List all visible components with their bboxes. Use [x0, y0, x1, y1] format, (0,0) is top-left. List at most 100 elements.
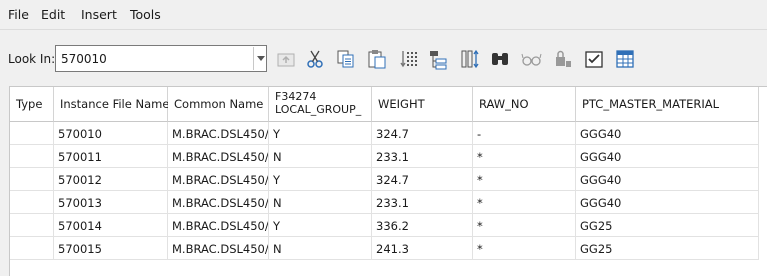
cell-common[interactable]: M.BRAC.DSL450/-: [168, 145, 269, 168]
cell-common[interactable]: M.BRAC.DSL450/-: [168, 237, 269, 260]
cell-type[interactable]: [10, 122, 54, 145]
cell-instance[interactable]: 570014: [54, 214, 168, 237]
lock-icon[interactable]: [552, 48, 574, 70]
cell-type[interactable]: [10, 168, 54, 191]
folder-up-icon[interactable]: [275, 48, 297, 70]
cell-text: M.BRAC.DSL450/-: [172, 127, 269, 141]
paste-icon[interactable]: [366, 48, 388, 70]
table-row[interactable]: 570015 M.BRAC.DSL450/- N 241.3 * GG25: [10, 237, 767, 260]
tree-icon[interactable]: [427, 48, 449, 70]
toolbar: Look In: 570010: [0, 30, 767, 86]
cell-common[interactable]: M.BRAC.DSL450/-: [168, 122, 269, 145]
cell-instance[interactable]: 570013: [54, 191, 168, 214]
cell-text: *: [477, 150, 483, 164]
dropdown-arrow-icon[interactable]: [257, 56, 265, 61]
cell-local[interactable]: Y: [269, 122, 372, 145]
checklist-icon[interactable]: [583, 48, 605, 70]
cell-weight[interactable]: 336.2: [372, 214, 473, 237]
instance-table: Type Instance File Name Common Name F342…: [9, 86, 767, 276]
cell-weight[interactable]: 233.1: [372, 191, 473, 214]
cell-material[interactable]: GGG40: [576, 191, 759, 214]
cut-icon[interactable]: [304, 48, 326, 70]
find-icon[interactable]: [489, 48, 511, 70]
table-row[interactable]: 570013 M.BRAC.DSL450/- N 233.1 * GGG40: [10, 191, 767, 214]
cell-text: 570015: [58, 242, 102, 256]
cell-instance[interactable]: 570015: [54, 237, 168, 260]
cell-instance[interactable]: 570010: [54, 122, 168, 145]
cell-weight[interactable]: 324.7: [372, 168, 473, 191]
cell-raw[interactable]: *: [473, 145, 576, 168]
cell-local[interactable]: N: [269, 237, 372, 260]
cell-type[interactable]: [10, 145, 54, 168]
cell-type[interactable]: [10, 191, 54, 214]
cell-text: *: [477, 173, 483, 187]
cell-text: M.BRAC.DSL450/-: [172, 242, 269, 256]
column-header-instance-file-name[interactable]: Instance File Name: [54, 87, 170, 122]
cell-common[interactable]: M.BRAC.DSL450/-: [168, 168, 269, 191]
cell-text: 233.1: [376, 150, 409, 164]
cell-text: GGG40: [580, 173, 622, 187]
cell-text: N: [273, 242, 282, 256]
cell-raw[interactable]: *: [473, 214, 576, 237]
cell-text: 570010: [58, 127, 102, 141]
cell-text: 570011: [58, 150, 102, 164]
header-label: RAW_NO: [479, 97, 529, 111]
column-header-weight[interactable]: WEIGHT: [372, 87, 473, 122]
cell-raw[interactable]: *: [473, 191, 576, 214]
cell-type[interactable]: [10, 237, 54, 260]
cell-raw[interactable]: *: [473, 237, 576, 260]
cell-weight[interactable]: 233.1: [372, 145, 473, 168]
table-icon[interactable]: [614, 48, 636, 70]
cell-common[interactable]: M.BRAC.DSL450/-: [168, 191, 269, 214]
header-label-stack: F34274 LOCAL_GROUP_: [275, 90, 361, 116]
cell-instance[interactable]: 570011: [54, 145, 168, 168]
cell-text: *: [477, 219, 483, 233]
cell-weight[interactable]: 241.3: [372, 237, 473, 260]
menu-file[interactable]: File: [8, 7, 29, 22]
cell-local[interactable]: N: [269, 191, 372, 214]
cell-material[interactable]: GGG40: [576, 122, 759, 145]
cell-local[interactable]: N: [269, 145, 372, 168]
cell-text: Y: [273, 173, 281, 187]
cell-text: Y: [273, 127, 281, 141]
menu-insert[interactable]: Insert: [81, 7, 117, 22]
menu-edit[interactable]: Edit: [41, 7, 65, 22]
column-header-type[interactable]: Type: [10, 87, 54, 122]
column-header-raw-no[interactable]: RAW_NO: [473, 87, 576, 122]
table-row[interactable]: 570010 M.BRAC.DSL450/- Y 324.7 - GGG40: [10, 122, 767, 145]
cell-local[interactable]: Y: [269, 168, 372, 191]
look-in-combobox[interactable]: 570010: [55, 45, 267, 72]
cell-instance[interactable]: 570012: [54, 168, 168, 191]
copy-icon[interactable]: [335, 48, 357, 70]
cell-weight[interactable]: 324.7: [372, 122, 473, 145]
column-header-ptc-master-material[interactable]: PTC_MASTER_MATERIAL: [576, 87, 759, 122]
cell-raw[interactable]: -: [473, 122, 576, 145]
cell-text: 570013: [58, 196, 102, 210]
look-in-label: Look In:: [8, 52, 56, 66]
cell-text: N: [273, 196, 282, 210]
cell-material[interactable]: GG25: [576, 237, 759, 260]
cell-text: 336.2: [376, 219, 409, 233]
cell-raw[interactable]: *: [473, 168, 576, 191]
cell-text: Y: [273, 219, 281, 233]
cell-material[interactable]: GGG40: [576, 145, 759, 168]
cell-material[interactable]: GGG40: [576, 168, 759, 191]
header-label-line2: LOCAL_GROUP_: [275, 103, 362, 116]
cell-text: 241.3: [376, 242, 409, 256]
column-setup-icon[interactable]: [459, 48, 481, 70]
cell-material[interactable]: GG25: [576, 214, 759, 237]
header-label: Instance File Name: [60, 97, 170, 111]
column-header-common-name[interactable]: Common Name: [168, 87, 269, 122]
cell-text: GGG40: [580, 196, 622, 210]
cell-type[interactable]: [10, 214, 54, 237]
table-row[interactable]: 570012 M.BRAC.DSL450/- Y 324.7 * GGG40: [10, 168, 767, 191]
header-label: Common Name: [174, 97, 264, 111]
column-header-local-group[interactable]: F34274 LOCAL_GROUP_: [269, 87, 372, 122]
cell-common[interactable]: M.BRAC.DSL450/-: [168, 214, 269, 237]
menu-tools[interactable]: Tools: [130, 7, 161, 22]
sort-icon[interactable]: [398, 48, 420, 70]
table-row[interactable]: 570014 M.BRAC.DSL450/- Y 336.2 * GG25: [10, 214, 767, 237]
cell-local[interactable]: Y: [269, 214, 372, 237]
glasses-icon[interactable]: [520, 48, 542, 70]
table-row[interactable]: 570011 M.BRAC.DSL450/- N 233.1 * GGG40: [10, 145, 767, 168]
